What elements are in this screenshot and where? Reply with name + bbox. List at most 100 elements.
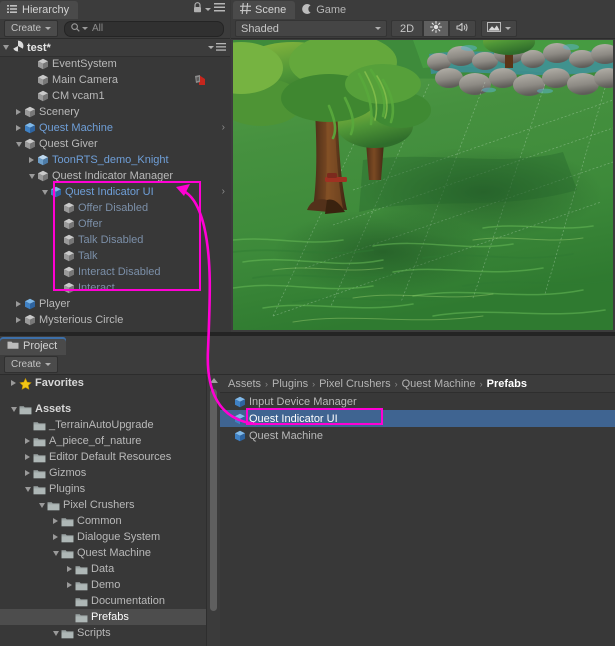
hierarchy-row[interactable]: Player	[0, 296, 230, 312]
project-tree-row[interactable]: Pixel Crushers	[0, 497, 206, 513]
hierarchy-row[interactable]: Quest Indicator UI ›	[0, 184, 230, 200]
scene-lighting-toggle[interactable]	[423, 20, 450, 37]
project-tree-row[interactable]: Demo	[0, 577, 206, 593]
hierarchy-foldout-arrow[interactable]	[13, 317, 24, 323]
chevron-down-icon[interactable]	[205, 7, 211, 11]
project-tree-row[interactable]: Dialogue System	[0, 529, 206, 545]
project-create-button[interactable]: Create	[4, 356, 59, 373]
hierarchy-row[interactable]: Talk Disabled	[0, 232, 230, 248]
prefab-open-chevron-icon[interactable]: ›	[222, 123, 225, 133]
project-tree-row[interactable]	[0, 391, 206, 401]
scrollbar-thumb[interactable]	[210, 389, 217, 611]
project-foldout-arrow[interactable]	[8, 380, 19, 386]
hierarchy-row[interactable]: Mysterious Circle	[0, 312, 230, 328]
hierarchy-row[interactable]: Quest Giver	[0, 136, 230, 152]
hierarchy-icon	[7, 4, 18, 17]
asset-row[interactable]: Quest Machine	[220, 427, 615, 444]
hierarchy-foldout-arrow[interactable]	[26, 173, 37, 179]
hierarchy-row[interactable]: Scenery	[0, 104, 230, 120]
breadcrumb-item[interactable]: Pixel Crushers	[319, 378, 391, 390]
project-tree-row[interactable]: Gizmos	[0, 465, 206, 481]
hierarchy-create-button[interactable]: Create	[4, 20, 59, 37]
project-foldout-arrow[interactable]	[22, 486, 33, 492]
project-tree-label: Plugins	[49, 483, 86, 495]
hierarchy-row[interactable]: Offer	[0, 216, 230, 232]
breadcrumb-item[interactable]: Prefabs	[487, 378, 527, 390]
cinemachine-brain-icon	[194, 74, 208, 89]
hierarchy-foldout-arrow[interactable]	[13, 301, 24, 307]
scene-audio-toggle[interactable]	[449, 20, 477, 37]
scroll-up-arrow-icon[interactable]	[209, 378, 218, 383]
asset-row[interactable]: Input Device Manager	[220, 393, 615, 410]
project-tree-row[interactable]: A_piece_of_nature	[0, 433, 206, 449]
breadcrumb-item[interactable]: Assets	[228, 378, 261, 390]
hierarchy-foldout-arrow[interactable]	[13, 109, 24, 115]
prefab-cube-icon	[50, 186, 62, 198]
project-tree-row[interactable]: Data	[0, 561, 206, 577]
prefab-open-chevron-icon[interactable]: ›	[222, 187, 225, 197]
scene-effects-dropdown[interactable]	[481, 20, 518, 37]
hierarchy-row[interactable]: Quest Indicator Manager	[0, 168, 230, 184]
project-foldout-arrow[interactable]	[22, 470, 33, 476]
project-tree-row[interactable]: Assets	[0, 401, 206, 417]
project-tree-row[interactable]: Quest Machine	[0, 545, 206, 561]
hierarchy-row[interactable]: Main Camera	[0, 72, 230, 88]
hierarchy-search-input[interactable]: All	[64, 20, 224, 37]
project-foldout-arrow[interactable]	[8, 406, 19, 412]
hamburger-menu-icon[interactable]	[214, 3, 225, 15]
project-foldout-arrow[interactable]	[36, 502, 47, 508]
hierarchy-foldout-arrow[interactable]	[26, 157, 37, 163]
project-tree-row[interactable]: Editor Default Resources	[0, 449, 206, 465]
hierarchy-row[interactable]: Talk	[0, 248, 230, 264]
hierarchy-foldout-arrow[interactable]	[13, 125, 24, 131]
project-foldout-arrow[interactable]	[50, 630, 61, 636]
lock-icon[interactable]	[193, 2, 202, 16]
project-tree-row[interactable]: Common	[0, 513, 206, 529]
breadcrumb-item[interactable]: Quest Machine	[402, 378, 476, 390]
tab-scene[interactable]: Scene	[233, 1, 296, 19]
asset-row[interactable]: Quest Indicator UI	[220, 410, 615, 427]
breadcrumb-separator-icon: ›	[265, 378, 269, 389]
toggle-2d-label: 2D	[400, 22, 415, 35]
tab-project[interactable]: Project	[0, 337, 67, 355]
breadcrumb-item[interactable]: Plugins	[272, 378, 308, 390]
hierarchy-foldout-arrow[interactable]	[39, 189, 50, 195]
project-foldout-arrow[interactable]	[64, 582, 75, 588]
hierarchy-row[interactable]: CM vcam1	[0, 88, 230, 104]
project-foldout-arrow[interactable]	[50, 518, 61, 524]
hierarchy-row[interactable]: Offer Disabled	[0, 200, 230, 216]
hierarchy-row[interactable]: Quest Machine ›	[0, 120, 230, 136]
tab-game[interactable]: Game	[295, 1, 356, 19]
draw-mode-dropdown[interactable]: Shaded	[235, 20, 387, 37]
hamburger-menu-icon[interactable]	[216, 42, 226, 54]
project-foldout-arrow[interactable]	[22, 438, 33, 444]
project-foldout-arrow[interactable]	[22, 454, 33, 460]
gameobject-cube-icon	[37, 170, 49, 182]
project-tree-row[interactable]: Documentation	[0, 593, 206, 609]
project-tree-row[interactable]: Scripts	[0, 625, 206, 641]
project-foldout-arrow[interactable]	[50, 550, 61, 556]
hierarchy-row[interactable]: Interact Disabled	[0, 264, 230, 280]
project-tree-row[interactable]: Plugins	[0, 481, 206, 497]
chevron-down-icon[interactable]	[208, 46, 214, 49]
project-foldout-arrow[interactable]	[64, 566, 75, 572]
hierarchy-scene-root[interactable]: test*	[0, 39, 230, 57]
scene-root-foldout[interactable]	[0, 45, 11, 50]
hierarchy-row[interactable]: ToonRTS_demo_Knight	[0, 152, 230, 168]
tab-hierarchy[interactable]: Hierarchy	[0, 1, 79, 19]
hierarchy-row[interactable]: EventSystem	[0, 56, 230, 72]
project-tree-row[interactable]: Prefabs	[0, 609, 206, 625]
project-tree-scrollbar[interactable]	[206, 375, 220, 646]
hierarchy-row[interactable]: Interact	[0, 280, 230, 296]
folder-icon	[61, 548, 74, 559]
project-tree-row[interactable]: _TerrainAutoUpgrade	[0, 417, 206, 433]
project-tree-row[interactable]: Favorites	[0, 375, 206, 391]
scene-viewport[interactable]	[233, 40, 613, 330]
project-tree-label: Scripts	[77, 627, 111, 639]
project-foldout-arrow[interactable]	[50, 534, 61, 540]
grid-icon	[240, 2, 251, 17]
search-filter-caret-icon[interactable]	[82, 27, 89, 30]
toggle-2d-button[interactable]: 2D	[391, 20, 424, 37]
hierarchy-foldout-arrow[interactable]	[13, 141, 24, 147]
asset-label: Quest Indicator UI	[249, 412, 338, 425]
